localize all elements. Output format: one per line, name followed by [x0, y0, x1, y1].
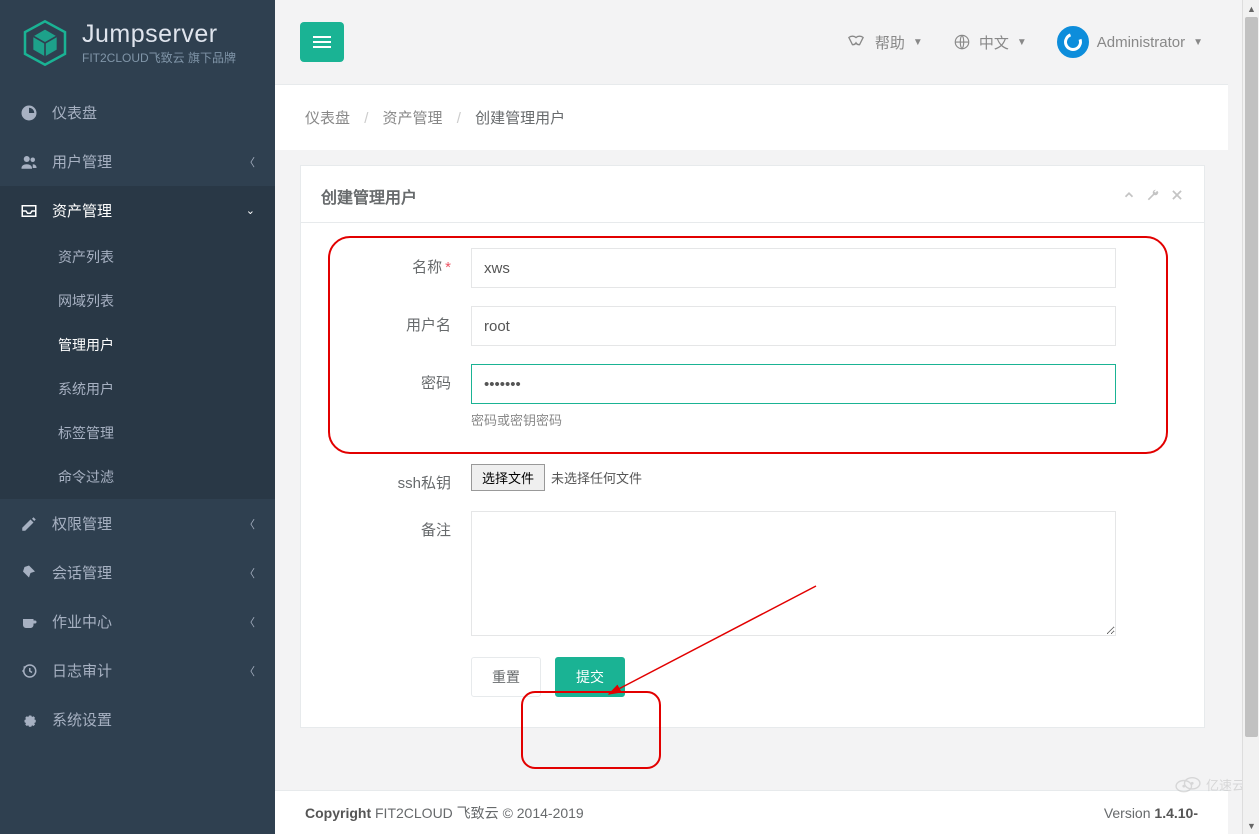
sidebar-item-users[interactable]: 用户管理 〈 — [0, 137, 275, 186]
sidebar-item-audit[interactable]: 日志审计 〈 — [0, 646, 275, 695]
nav: 仪表盘 用户管理 〈 资产管理 ⌄ 资产列表 网域列表 管理用户 系统用户 标签… — [0, 88, 275, 744]
chevron-down-icon: ⌄ — [246, 204, 255, 217]
sshkey-label: ssh私钥 — [331, 464, 471, 493]
chevron-left-icon: 〈 — [244, 663, 255, 679]
history-icon — [20, 662, 40, 680]
username-label: 用户名 — [331, 306, 471, 335]
sidebar-label: 会话管理 — [52, 562, 112, 583]
name-input[interactable] — [471, 248, 1116, 288]
comment-label: 备注 — [331, 511, 471, 540]
sidebar-item-jobs[interactable]: 作业中心 〈 — [0, 597, 275, 646]
breadcrumb-sep: / — [457, 110, 461, 127]
password-input[interactable] — [471, 364, 1116, 404]
sidebar: Jumpserver FIT2CLOUD飞致云 旗下品牌 仪表盘 用户管理 〈 … — [0, 0, 275, 834]
submenu-admin-user[interactable]: 管理用户 — [0, 323, 275, 367]
breadcrumb-assets[interactable]: 资产管理 — [383, 110, 443, 127]
chevron-left-icon: 〈 — [244, 516, 255, 532]
file-input[interactable]: 选择文件 未选择任何文件 — [471, 464, 1116, 491]
name-label: 名称* — [331, 248, 471, 277]
caret-down-icon: ▼ — [1193, 37, 1203, 48]
globe-icon — [953, 33, 971, 51]
footer-copyright-bold: Copyright — [305, 805, 371, 821]
breadcrumb-current: 创建管理用户 — [475, 110, 565, 127]
footer-copyright: FIT2CLOUD 飞致云 © 2014-2019 — [371, 805, 584, 821]
sidebar-label: 仪表盘 — [52, 102, 97, 123]
scroll-up-icon[interactable]: ▲ — [1243, 0, 1259, 17]
watermark-text: 亿速云 — [1206, 775, 1245, 794]
help-dropdown[interactable]: 帮助 ▼ — [845, 32, 923, 53]
sidebar-item-perms[interactable]: 权限管理 〈 — [0, 499, 275, 548]
sidebar-item-settings[interactable]: 系统设置 — [0, 695, 275, 744]
breadcrumb: 仪表盘 / 资产管理 / 创建管理用户 — [275, 85, 1228, 150]
panel-header: 创建管理用户 — [301, 166, 1204, 223]
vertical-scrollbar[interactable]: ▲ ▼ — [1242, 0, 1259, 834]
sidebar-label: 系统设置 — [52, 709, 112, 730]
content-panel: 创建管理用户 名称* 用户名 密码 密码或密钥密码 — [300, 165, 1205, 728]
chevron-left-icon: 〈 — [244, 614, 255, 630]
gear-icon — [20, 711, 40, 729]
sidebar-label: 作业中心 — [52, 611, 112, 632]
password-label: 密码 — [331, 364, 471, 393]
user-dropdown[interactable]: Administrator ▼ — [1057, 26, 1203, 58]
breadcrumb-dashboard[interactable]: 仪表盘 — [305, 110, 350, 127]
support-icon — [845, 34, 867, 50]
collapse-icon[interactable] — [1122, 188, 1136, 205]
chevron-left-icon: 〈 — [244, 154, 255, 170]
sidebar-item-dashboard[interactable]: 仪表盘 — [0, 88, 275, 137]
chevron-left-icon: 〈 — [244, 565, 255, 581]
submenu-labels[interactable]: 标签管理 — [0, 411, 275, 455]
breadcrumb-sep: / — [364, 110, 368, 127]
language-dropdown[interactable]: 中文 ▼ — [953, 32, 1027, 53]
logo-icon — [20, 18, 70, 68]
sidebar-label: 用户管理 — [52, 151, 112, 172]
asset-submenu: 资产列表 网域列表 管理用户 系统用户 标签管理 命令过滤 — [0, 235, 275, 499]
caret-down-icon: ▼ — [1017, 37, 1027, 48]
user-name: Administrator — [1097, 34, 1185, 51]
hamburger-icon — [313, 36, 331, 48]
scroll-down-icon[interactable]: ▼ — [1243, 817, 1259, 834]
edit-icon — [20, 515, 40, 533]
choose-file-button[interactable]: 选择文件 — [471, 464, 545, 491]
submenu-domain-list[interactable]: 网域列表 — [0, 279, 275, 323]
scrollbar-thumb[interactable] — [1245, 17, 1258, 737]
panel-title: 创建管理用户 — [321, 184, 417, 208]
rocket-icon — [20, 564, 40, 582]
submenu-asset-list[interactable]: 资产列表 — [0, 235, 275, 279]
footer-version: 1.4.10- — [1154, 805, 1198, 821]
submit-button[interactable]: 提交 — [555, 657, 625, 697]
logo-area: Jumpserver FIT2CLOUD飞致云 旗下品牌 — [0, 0, 275, 78]
caret-down-icon: ▼ — [913, 37, 923, 48]
hamburger-button[interactable] — [300, 22, 344, 62]
dashboard-icon — [20, 104, 40, 122]
wrench-icon[interactable] — [1146, 188, 1160, 205]
password-help: 密码或密钥密码 — [471, 410, 1116, 429]
close-icon[interactable] — [1170, 188, 1184, 205]
help-label: 帮助 — [875, 32, 905, 53]
sidebar-label: 权限管理 — [52, 513, 112, 534]
panel-body: 名称* 用户名 密码 密码或密钥密码 ssh私钥 选择文件 未选择任何文 — [301, 223, 1204, 727]
reset-button[interactable]: 重置 — [471, 657, 541, 697]
topnav: 帮助 ▼ 中文 ▼ Administrator ▼ — [275, 0, 1228, 85]
brand-tagline: FIT2CLOUD飞致云 旗下品牌 — [82, 51, 236, 65]
footer: Copyright FIT2CLOUD 飞致云 © 2014-2019 Vers… — [275, 790, 1228, 834]
sidebar-label: 日志审计 — [52, 660, 112, 681]
sidebar-item-assets[interactable]: 资产管理 ⌄ — [0, 186, 275, 235]
sidebar-label: 资产管理 — [52, 200, 112, 221]
footer-version-pre: Version — [1104, 805, 1155, 821]
annotation-box-submit — [521, 691, 661, 769]
submenu-system-user[interactable]: 系统用户 — [0, 367, 275, 411]
user-avatar-icon — [1057, 26, 1089, 58]
coffee-icon — [20, 613, 40, 631]
comment-textarea[interactable] — [471, 511, 1116, 636]
users-icon — [20, 153, 40, 171]
inbox-icon — [20, 202, 40, 220]
sidebar-item-sessions[interactable]: 会话管理 〈 — [0, 548, 275, 597]
file-text: 未选择任何文件 — [551, 468, 642, 487]
submenu-command-filter[interactable]: 命令过滤 — [0, 455, 275, 499]
brand-name: Jumpserver — [82, 20, 236, 49]
language-label: 中文 — [979, 32, 1009, 53]
username-input[interactable] — [471, 306, 1116, 346]
